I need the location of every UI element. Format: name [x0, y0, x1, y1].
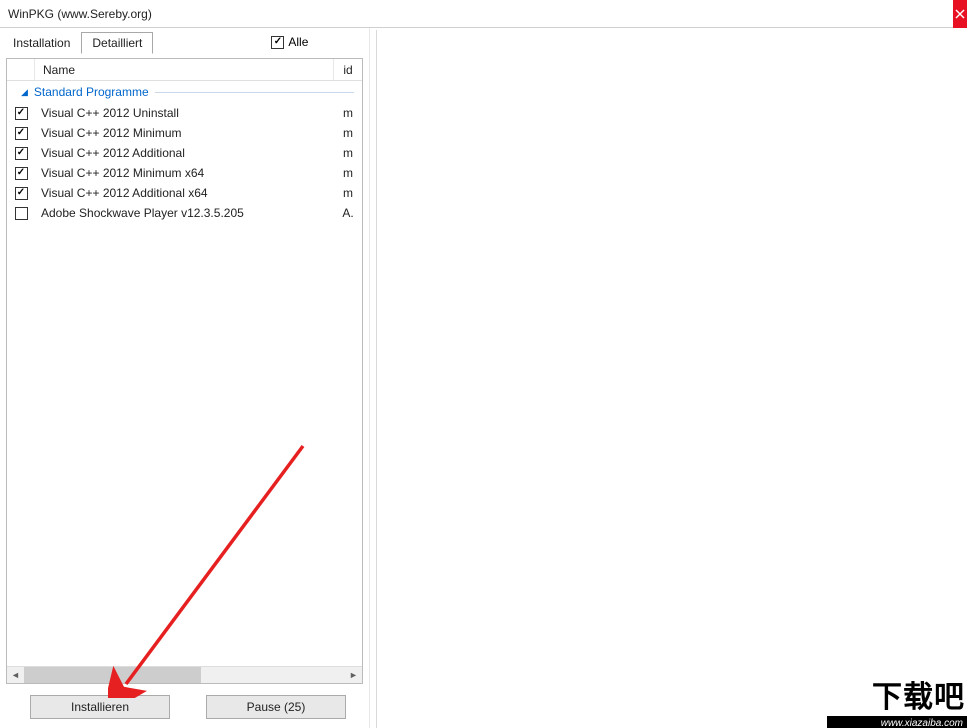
content-area: Installation Detailliert Alle Name id ◢ …	[0, 28, 967, 728]
item-id: m	[334, 146, 362, 160]
close-button[interactable]	[953, 0, 967, 28]
scroll-left-button[interactable]: ◄	[7, 667, 24, 684]
checkbox-icon[interactable]	[15, 207, 28, 220]
item-id: m	[334, 126, 362, 140]
list-item[interactable]: Visual C++ 2012 Minimum x64 m	[7, 163, 362, 183]
item-name: Visual C++ 2012 Minimum x64	[35, 166, 334, 180]
tab-installation[interactable]: Installation	[2, 32, 81, 54]
checkbox-icon[interactable]	[15, 187, 28, 200]
list-item[interactable]: Visual C++ 2012 Additional m	[7, 143, 362, 163]
list-item[interactable]: Visual C++ 2012 Additional x64 m	[7, 183, 362, 203]
col-checkbox[interactable]	[7, 59, 35, 80]
checkbox-icon[interactable]	[15, 147, 28, 160]
item-name: Adobe Shockwave Player v12.3.5.205	[35, 206, 334, 220]
list-item[interactable]: Visual C++ 2012 Uninstall m	[7, 103, 362, 123]
app-window: WinPKG (www.Sereby.org) Installation Det…	[0, 0, 967, 728]
checkbox-icon[interactable]	[15, 107, 28, 120]
button-row: Installieren Pause (25)	[0, 686, 369, 728]
item-id: m	[334, 106, 362, 120]
list-item[interactable]: Visual C++ 2012 Minimum m	[7, 123, 362, 143]
item-name: Visual C++ 2012 Additional	[35, 146, 334, 160]
window-title: WinPKG (www.Sereby.org)	[8, 7, 152, 21]
group-line	[155, 92, 354, 93]
group-title: Standard Programme	[34, 85, 149, 99]
expand-icon: ◢	[21, 87, 28, 98]
scroll-right-button[interactable]: ►	[345, 667, 362, 684]
tab-detailliert[interactable]: Detailliert	[81, 32, 153, 54]
item-name: Visual C++ 2012 Additional x64	[35, 186, 334, 200]
item-id: A.	[334, 206, 362, 220]
alle-label: Alle	[288, 35, 308, 49]
item-id: m	[334, 166, 362, 180]
item-id: m	[334, 186, 362, 200]
tab-row: Installation Detailliert Alle	[0, 30, 369, 54]
checkbox-icon[interactable]	[15, 167, 28, 180]
titlebar: WinPKG (www.Sereby.org)	[0, 0, 967, 28]
left-panel: Installation Detailliert Alle Name id ◢ …	[0, 28, 370, 728]
col-id-header[interactable]: id	[334, 59, 362, 80]
group-header[interactable]: ◢ Standard Programme	[7, 81, 362, 103]
scroll-track[interactable]	[24, 667, 345, 684]
close-icon	[955, 9, 965, 19]
list-header: Name id	[7, 59, 362, 81]
horizontal-scrollbar[interactable]: ◄ ►	[7, 666, 362, 683]
pause-button[interactable]: Pause (25)	[206, 695, 346, 719]
checkbox-icon	[271, 36, 284, 49]
install-button[interactable]: Installieren	[30, 695, 170, 719]
list-item[interactable]: Adobe Shockwave Player v12.3.5.205 A.	[7, 203, 362, 223]
package-list: Name id ◢ Standard Programme Visual C++ …	[6, 58, 363, 684]
list-body: ◢ Standard Programme Visual C++ 2012 Uni…	[7, 81, 362, 666]
alle-checkbox[interactable]: Alle	[271, 35, 308, 49]
item-name: Visual C++ 2012 Uninstall	[35, 106, 334, 120]
scroll-thumb[interactable]	[24, 667, 201, 684]
item-name: Visual C++ 2012 Minimum	[35, 126, 334, 140]
right-panel	[376, 30, 967, 728]
col-name-header[interactable]: Name	[35, 59, 334, 80]
checkbox-icon[interactable]	[15, 127, 28, 140]
